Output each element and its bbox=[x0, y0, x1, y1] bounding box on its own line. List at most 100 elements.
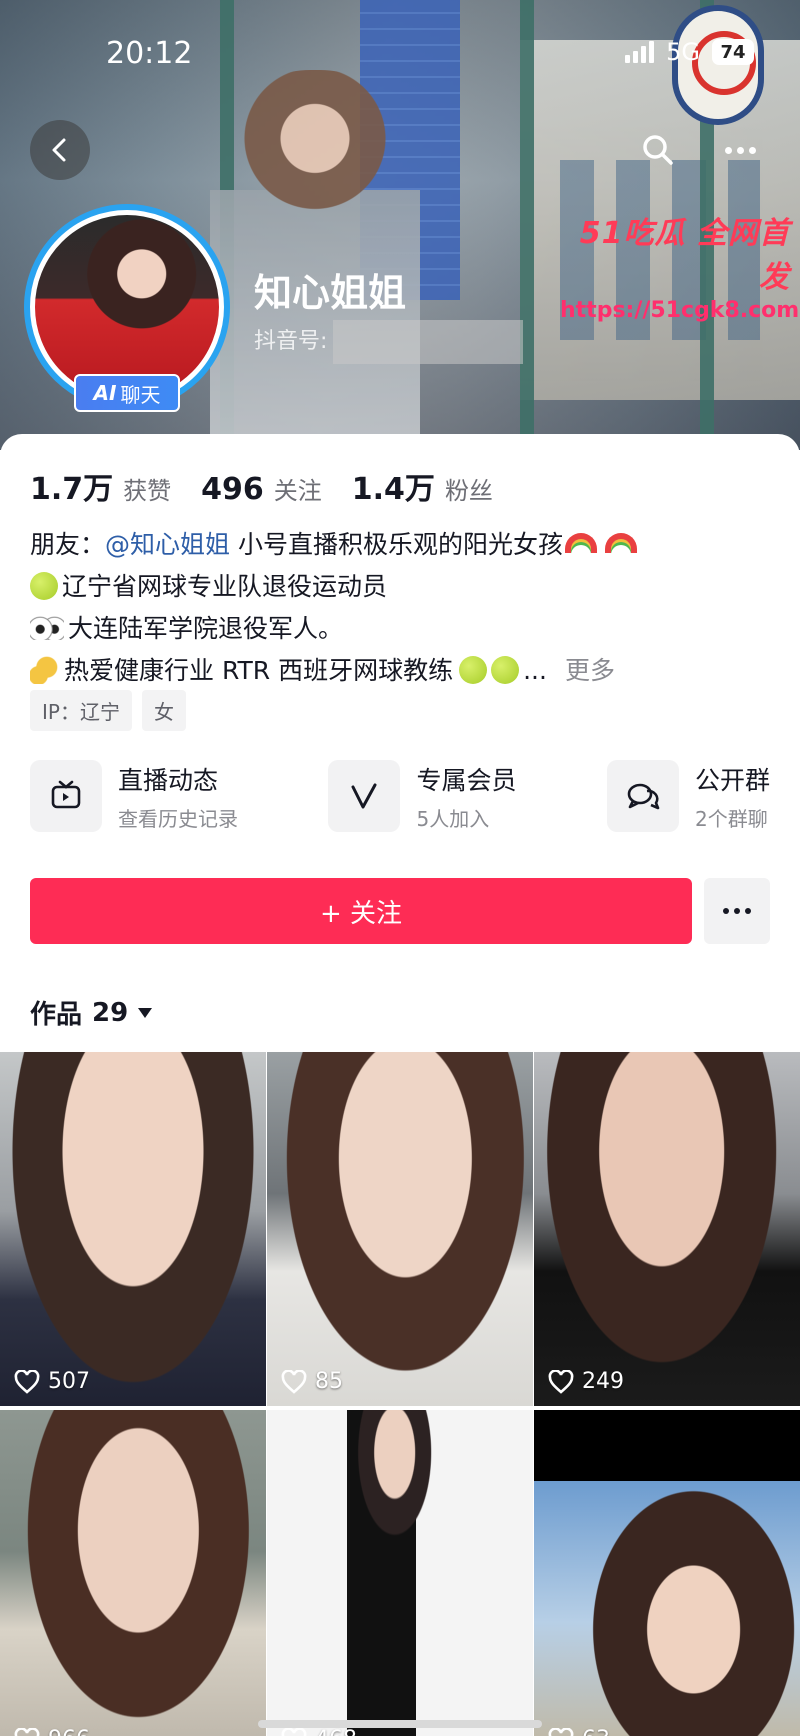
watermark: 51吃瓜 全网首发 https://51cgk8.com bbox=[560, 208, 800, 323]
bio-text: 热爱健康行业 RTR 西班牙网球教练 bbox=[64, 656, 454, 685]
bio-mention-link[interactable]: @知心姐姐 bbox=[105, 530, 230, 559]
works-tab[interactable]: 作品 29 bbox=[30, 994, 153, 1031]
v-icon bbox=[328, 760, 401, 832]
stat-followers[interactable]: 1.4万 粉丝 bbox=[352, 464, 493, 508]
video-likes: 468 bbox=[281, 1727, 357, 1736]
feature-entries: 直播动态 查看历史记录 专属会员 5人加入 公开群 2个群聊 bbox=[30, 760, 770, 832]
nickname: 知心姐姐 bbox=[254, 271, 407, 315]
follow-more-button[interactable] bbox=[704, 878, 770, 944]
video-tile[interactable]: 249 bbox=[534, 1052, 800, 1406]
flexed-biceps-icon bbox=[30, 656, 58, 684]
video-tile[interactable]: 468 bbox=[267, 1410, 533, 1736]
video-tile[interactable]: 63 bbox=[534, 1410, 800, 1736]
bio-ellipsis: ... bbox=[523, 656, 547, 685]
tennis-ball-icon bbox=[491, 656, 520, 684]
bio-text: 朋友： bbox=[30, 530, 106, 559]
bio-line: 朋友：@知心姐姐 小号直播积极乐观的阳光女孩 bbox=[30, 524, 770, 566]
battery-icon: 74 bbox=[712, 39, 754, 65]
feature-public-group[interactable]: 公开群 2个群聊 bbox=[606, 760, 770, 832]
stat-number: 1.4万 bbox=[351, 472, 435, 507]
cover-pole bbox=[520, 0, 534, 450]
caret-down-icon bbox=[138, 1007, 153, 1018]
ai-badge-ai: AI bbox=[93, 381, 117, 405]
ai-chat-badge[interactable]: AI 聊天 bbox=[74, 374, 180, 412]
feature-title: 公开群 bbox=[694, 765, 770, 795]
watermark-url: https://51cgk8.com bbox=[560, 298, 800, 323]
heart-icon bbox=[14, 1369, 40, 1394]
stat-label: 关注 bbox=[273, 477, 322, 505]
chevron-left-icon bbox=[52, 138, 66, 162]
feature-membership[interactable]: 专属会员 5人加入 bbox=[328, 760, 517, 832]
back-button[interactable] bbox=[30, 120, 90, 180]
more-options-button[interactable] bbox=[710, 120, 770, 180]
rainbow-icon bbox=[564, 533, 597, 553]
tennis-ball-icon bbox=[459, 656, 488, 684]
bio: 朋友：@知心姐姐 小号直播积极乐观的阳光女孩 辽宁省网球专业队退役运动员 大连陆… bbox=[30, 524, 770, 692]
heart-icon bbox=[281, 1727, 307, 1736]
bio-line: 大连陆军学院退役军人。 bbox=[30, 608, 770, 650]
heart-icon bbox=[14, 1727, 40, 1736]
tv-icon bbox=[30, 760, 102, 832]
stat-following[interactable]: 496 关注 bbox=[201, 471, 322, 507]
douyin-id-label: 抖音号: bbox=[254, 329, 328, 354]
likes-count: 966 bbox=[48, 1727, 90, 1736]
stat-number: 496 bbox=[201, 472, 264, 507]
ip-location-tag: IP：辽宁 bbox=[30, 690, 132, 731]
bio-line: 辽宁省网球专业队退役运动员 bbox=[30, 566, 770, 608]
signal-icon bbox=[625, 41, 655, 63]
cover-person bbox=[210, 70, 420, 450]
network-label: 5G bbox=[666, 38, 700, 66]
stats-row: 1.7万 获赞 496 关注 1.4万 粉丝 bbox=[30, 464, 493, 508]
works-count: 29 bbox=[92, 997, 129, 1028]
likes-count: 63 bbox=[582, 1727, 610, 1736]
likes-count: 468 bbox=[315, 1727, 357, 1736]
feature-subtitle: 2个群聊 bbox=[694, 806, 768, 831]
bio-text: 大连陆军学院退役军人。 bbox=[68, 614, 344, 643]
more-icon bbox=[723, 908, 751, 914]
status-time: 20:12 bbox=[106, 36, 193, 71]
likes-count: 85 bbox=[315, 1369, 343, 1394]
more-icon bbox=[724, 146, 756, 154]
video-tile[interactable]: 85 bbox=[267, 1052, 533, 1406]
ai-badge-text: 聊天 bbox=[120, 382, 161, 407]
stat-likes[interactable]: 1.7万 获赞 bbox=[30, 464, 171, 508]
douyin-id: 抖音号: bbox=[254, 320, 524, 364]
works-label: 作品 bbox=[30, 1000, 83, 1030]
video-grid: 507 85 249 966 468 63 bbox=[0, 1052, 800, 1736]
rainbow-icon bbox=[604, 533, 637, 553]
eyes-icon bbox=[30, 616, 64, 640]
heart-icon bbox=[281, 1369, 307, 1394]
bio-more-link[interactable]: 更多 bbox=[565, 656, 615, 685]
heart-icon bbox=[548, 1727, 574, 1736]
douyin-id-redacted bbox=[333, 320, 524, 364]
video-tile[interactable]: 507 bbox=[0, 1052, 266, 1406]
status-icons: 5G 74 bbox=[625, 38, 754, 66]
feature-subtitle: 查看历史记录 bbox=[118, 806, 238, 831]
likes-count: 249 bbox=[582, 1369, 624, 1394]
video-likes: 85 bbox=[281, 1369, 343, 1394]
home-indicator[interactable] bbox=[258, 1720, 542, 1728]
gender-tag: 女 bbox=[141, 690, 186, 731]
feature-title: 直播动态 bbox=[118, 765, 219, 795]
video-likes: 966 bbox=[14, 1727, 90, 1736]
video-likes: 249 bbox=[548, 1369, 624, 1394]
video-likes: 63 bbox=[548, 1727, 610, 1736]
bio-text: 小号直播积极乐观的阳光女孩 bbox=[230, 530, 563, 559]
stat-label: 获赞 bbox=[123, 477, 172, 505]
profile-tags: IP：辽宁 女 bbox=[30, 690, 186, 731]
heart-icon bbox=[548, 1369, 574, 1394]
video-tile[interactable]: 966 bbox=[0, 1410, 266, 1736]
search-button[interactable] bbox=[628, 120, 688, 180]
feature-live-history[interactable]: 直播动态 查看历史记录 bbox=[30, 760, 238, 832]
video-likes: 507 bbox=[14, 1369, 90, 1394]
stat-number: 1.7万 bbox=[30, 472, 114, 507]
follow-button[interactable]: + 关注 bbox=[30, 878, 692, 944]
search-icon bbox=[643, 135, 673, 165]
feature-title: 专属会员 bbox=[416, 765, 517, 795]
tennis-ball-icon bbox=[30, 572, 58, 600]
feature-subtitle: 5人加入 bbox=[416, 806, 490, 831]
bio-text: 辽宁省网球专业队退役运动员 bbox=[62, 572, 388, 601]
watermark-title: 51吃瓜 全网首发 bbox=[579, 216, 790, 295]
stat-label: 粉丝 bbox=[444, 477, 493, 505]
bio-line: 热爱健康行业 RTR 西班牙网球教练... 更多 bbox=[30, 650, 770, 692]
